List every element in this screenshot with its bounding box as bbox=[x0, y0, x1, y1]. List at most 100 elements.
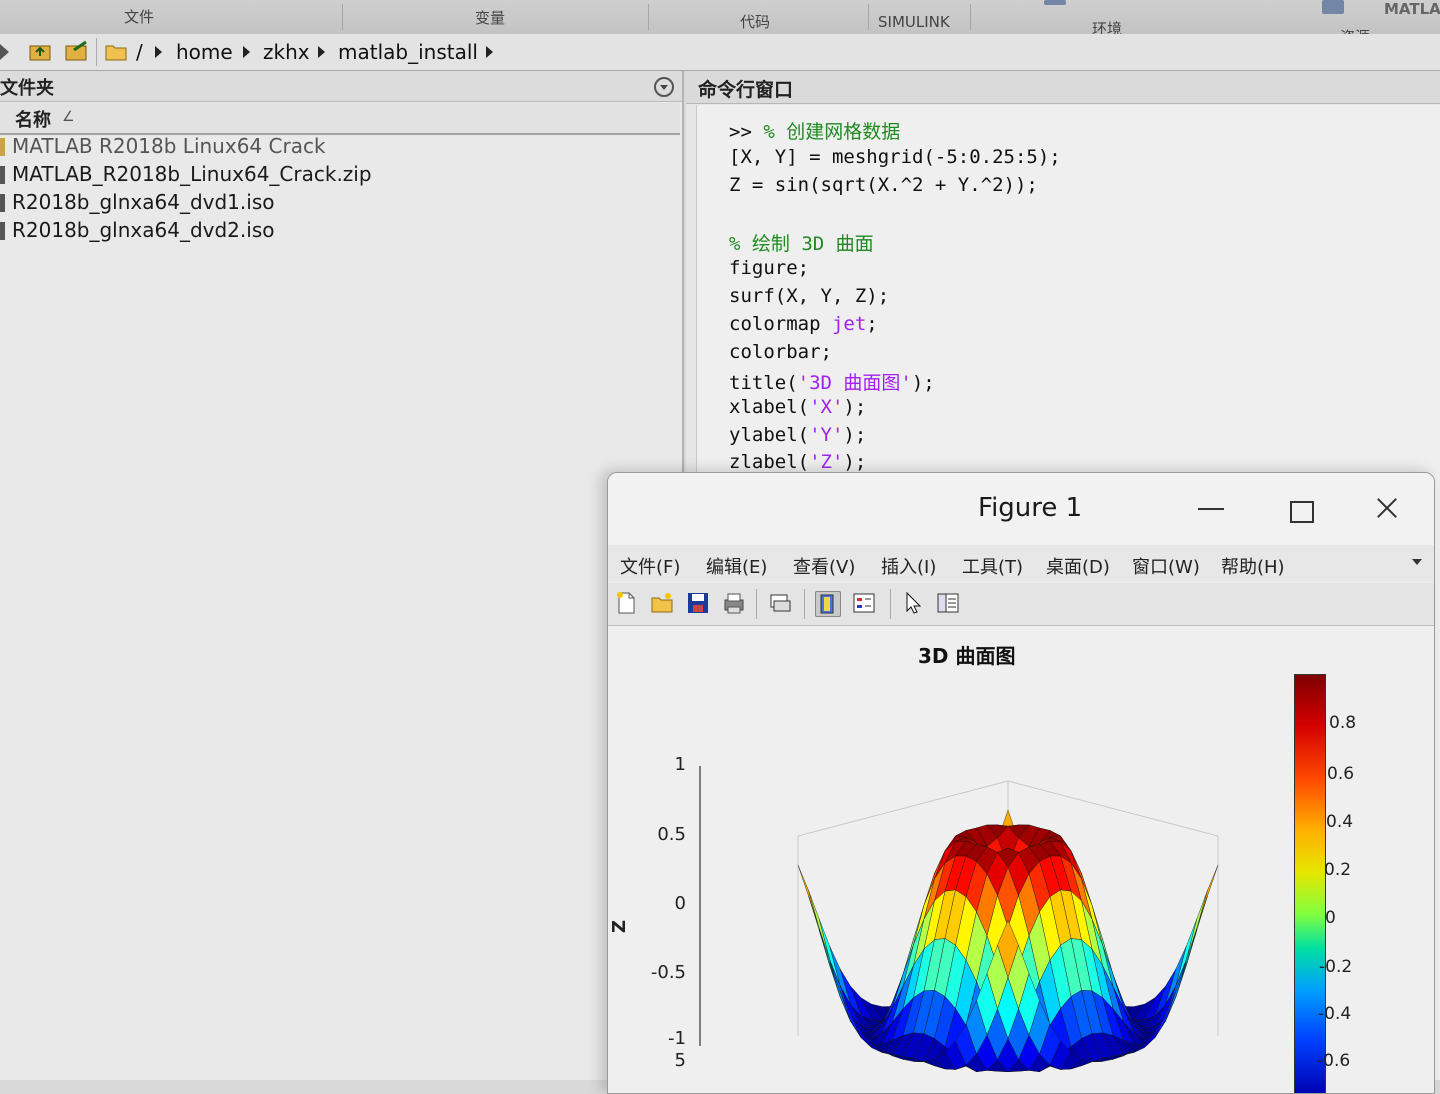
menu-file[interactable]: 文件(F) bbox=[620, 553, 680, 579]
code-line: colormap jet; bbox=[729, 313, 878, 335]
column-header-name[interactable]: 名称 ∠ bbox=[0, 103, 680, 135]
code-string: '3D 曲面图' bbox=[797, 372, 912, 394]
link-plot-icon[interactable] bbox=[768, 591, 792, 615]
tab-file[interactable]: 文件 bbox=[124, 6, 154, 27]
figure-canvas[interactable]: 3D 曲面图 Z 1 0.5 0 -0.5 -1 5 0.8 0.6 0.4 0… bbox=[608, 626, 1434, 1093]
pane-menu-icon[interactable] bbox=[654, 77, 674, 97]
maximize-icon[interactable] bbox=[1290, 501, 1314, 523]
surface-patch bbox=[818, 918, 841, 986]
property-editor-icon[interactable] bbox=[936, 591, 960, 615]
plot-title: 3D 曲面图 bbox=[918, 644, 1016, 668]
code-line: Z = sin(sqrt(X.^2 + Y.^2)); bbox=[729, 174, 1038, 196]
code-string: 'X' bbox=[809, 396, 844, 418]
save-icon[interactable] bbox=[686, 591, 710, 615]
breadcrumb-arrow-icon[interactable] bbox=[155, 46, 162, 58]
folder-icon[interactable] bbox=[104, 40, 128, 62]
tab-code[interactable]: 代码 bbox=[740, 11, 770, 32]
menu-view[interactable]: 查看(V) bbox=[793, 553, 855, 579]
breadcrumb-arrow-icon[interactable] bbox=[243, 46, 250, 58]
breadcrumb-root[interactable]: / bbox=[136, 40, 143, 64]
code-line: >> % 创建网格数据 bbox=[729, 117, 900, 144]
figure-titlebar[interactable]: Figure 1 bbox=[608, 473, 1434, 545]
colorbar-tick-label: 0.8 bbox=[1329, 713, 1357, 733]
pointer-icon[interactable] bbox=[901, 591, 925, 615]
tab-separator bbox=[342, 4, 343, 30]
surface-patch bbox=[1175, 918, 1198, 986]
up-folder-icon[interactable] bbox=[28, 40, 52, 62]
toolbar-separator bbox=[804, 589, 805, 619]
menu-window[interactable]: 窗口(W) bbox=[1132, 553, 1200, 579]
file-name: MATLAB_R2018b_Linux64_Crack.zip bbox=[12, 162, 372, 186]
colorbar-tick-label: 0 bbox=[1325, 908, 1336, 928]
clipped-title: MATLA bbox=[1384, 0, 1440, 18]
breadcrumb-zkhx[interactable]: zkhx bbox=[263, 40, 310, 64]
file-row[interactable]: R2018b_glnxa64_dvd2.iso bbox=[0, 217, 680, 245]
grid-line bbox=[1007, 780, 1219, 837]
code-line: title('3D 曲面图'); bbox=[729, 368, 935, 395]
code-text: ylabel( bbox=[729, 424, 810, 446]
menu-overflow-icon[interactable] bbox=[1412, 559, 1422, 565]
menu-insert[interactable]: 插入(I) bbox=[881, 553, 936, 579]
toolbar-separator bbox=[96, 38, 97, 66]
code-line: colorbar; bbox=[729, 341, 832, 363]
tab-separator bbox=[970, 4, 971, 30]
code-text: title( bbox=[729, 372, 798, 394]
close-icon[interactable] bbox=[1372, 493, 1402, 523]
code-text: ); bbox=[911, 372, 935, 394]
surface-patch bbox=[1186, 890, 1208, 960]
menu-edit[interactable]: 编辑(E) bbox=[706, 553, 767, 579]
figure-toolbar bbox=[608, 583, 1434, 626]
tab-variable[interactable]: 变量 bbox=[475, 7, 505, 28]
zip-file-icon bbox=[0, 166, 5, 184]
file-name: R2018b_glnxa64_dvd1.iso bbox=[12, 190, 275, 214]
current-folder-pane: 文件夹 名称 ∠ MATLAB R2018b Linux64 Crack MAT… bbox=[0, 71, 684, 1080]
x-tick-label: 5 bbox=[674, 1050, 686, 1071]
code-text: ; bbox=[866, 313, 878, 335]
column-name-label: 名称 bbox=[15, 110, 51, 131]
folder-pane-header: 文件夹 bbox=[0, 71, 682, 102]
code-string: jet bbox=[831, 313, 867, 335]
colorbar-tick-label: 0.4 bbox=[1326, 812, 1354, 832]
code-text: ); bbox=[843, 451, 867, 473]
figure-title: Figure 1 bbox=[978, 493, 1083, 523]
file-row[interactable]: MATLAB R2018b Linux64 Crack bbox=[0, 133, 680, 161]
code-text: ); bbox=[843, 396, 867, 418]
tab-simulink[interactable]: SIMULINK bbox=[878, 13, 950, 31]
code-line: [X, Y] = meshgrid(-5:0.25:5); bbox=[729, 146, 1061, 168]
menu-help[interactable]: 帮助(H) bbox=[1221, 553, 1285, 579]
back-arrow-icon[interactable] bbox=[0, 44, 9, 60]
insert-legend-icon[interactable] bbox=[852, 591, 876, 615]
code-text: colormap bbox=[729, 313, 832, 335]
colorbar[interactable] bbox=[1294, 674, 1326, 1093]
layout-icon[interactable] bbox=[1044, 0, 1066, 5]
menu-tools[interactable]: 工具(T) bbox=[962, 553, 1023, 579]
code-line: surf(X, Y, Z); bbox=[729, 285, 890, 307]
menu-desktop[interactable]: 桌面(D) bbox=[1046, 553, 1110, 579]
browse-folder-icon[interactable] bbox=[64, 40, 88, 62]
sort-icon[interactable]: ∠ bbox=[62, 109, 75, 125]
insert-colorbar-icon[interactable] bbox=[815, 591, 841, 617]
breadcrumb-arrow-icon[interactable] bbox=[318, 46, 325, 58]
open-folder-icon[interactable] bbox=[650, 591, 674, 615]
file-row[interactable]: R2018b_glnxa64_dvd1.iso bbox=[0, 189, 680, 217]
folder-pane-title: 文件夹 bbox=[0, 78, 54, 99]
file-row[interactable]: MATLAB_R2018b_Linux64_Crack.zip bbox=[0, 161, 680, 189]
breadcrumb-home[interactable]: home bbox=[176, 40, 233, 64]
breadcrumb-matlab-install[interactable]: matlab_install bbox=[338, 40, 478, 64]
new-file-icon[interactable] bbox=[614, 591, 638, 615]
print-icon[interactable] bbox=[722, 591, 746, 615]
breadcrumb-arrow-icon[interactable] bbox=[486, 46, 493, 58]
code-comment: % 绘制 3D 曲面 bbox=[729, 233, 874, 255]
toolstrip-tabs: 文件 变量 代码 SIMULINK 环境 MATLA 资源 bbox=[0, 0, 1440, 46]
file-name: R2018b_glnxa64_dvd2.iso bbox=[12, 218, 275, 242]
address-bar: / home zkhx matlab_install bbox=[0, 34, 1440, 71]
resources-icon[interactable] bbox=[1322, 0, 1344, 14]
command-window-title: 命令行窗口 bbox=[698, 79, 794, 101]
colorbar-tick-label: 0.2 bbox=[1324, 860, 1352, 880]
figure-window[interactable]: Figure 1 文件(F) 编辑(E) 查看(V) 插入(I) 工具(T) 桌… bbox=[607, 472, 1435, 1094]
z-tick-label: -1 bbox=[668, 1028, 686, 1049]
minimize-icon[interactable] bbox=[1198, 508, 1224, 510]
colorbar-tick-label: -0.6 bbox=[1317, 1051, 1351, 1071]
code-comment: % 创建网格数据 bbox=[763, 121, 901, 143]
iso-file-icon bbox=[0, 194, 5, 212]
